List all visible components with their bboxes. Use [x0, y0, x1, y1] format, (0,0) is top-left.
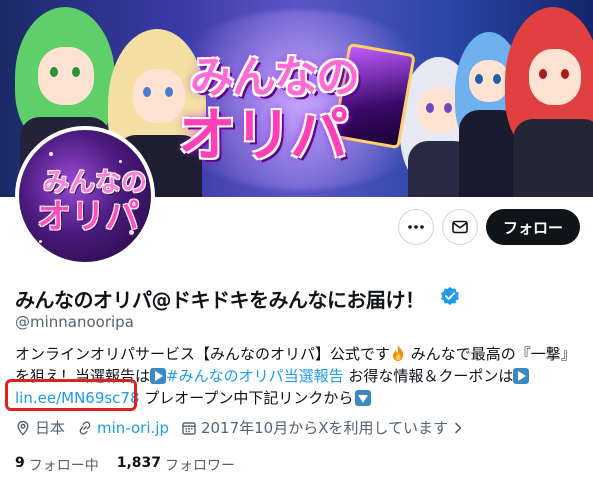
calendar-icon: [182, 421, 196, 435]
verified-badge-icon[interactable]: [440, 286, 460, 306]
followers-label: フォロワー: [165, 458, 236, 474]
chevron-right-icon: [455, 422, 462, 433]
banner-character-red: [505, 7, 593, 197]
link-icon: [79, 420, 91, 435]
bio-text: みんなで最高の『一撃』: [406, 345, 576, 363]
more-icon: [408, 225, 424, 229]
hashtag-link[interactable]: #みんなのオリパ当選報告: [166, 367, 344, 385]
following-label: フォロー中: [28, 458, 99, 474]
follow-counts: 9 フォロー中 1,837 フォロワー: [15, 455, 253, 475]
following-count: 9: [15, 455, 25, 471]
followers-link[interactable]: 1,837 フォロワー: [117, 455, 235, 475]
location-item: 日本: [15, 417, 65, 438]
profile-meta-row: 日本 min-ori.jp 2017年10月からXを利用しています: [15, 417, 480, 438]
location-icon: [17, 420, 29, 436]
down-arrow-emoji-icon: [355, 390, 372, 406]
banner-title-line1: みんなの: [190, 52, 360, 103]
bio-text: オンラインオリパサービス【みんなのオリパ】公式です: [15, 345, 391, 363]
display-name: みんなのオリパ@ドキドキをみんなにお届け！: [15, 288, 425, 312]
play-button-emoji-icon: [513, 368, 530, 384]
bio-text: プレオープン中下記リンクから: [139, 389, 354, 407]
profile-handle: @minnanooripa: [15, 313, 134, 331]
message-button[interactable]: [442, 209, 478, 245]
website-item[interactable]: min-ori.jp: [77, 419, 169, 437]
joined-item[interactable]: 2017年10月からXを利用しています: [181, 417, 468, 438]
banner-title-line2: オリパ: [178, 101, 348, 169]
location-text: 日本: [35, 419, 66, 437]
bio-line-1: オンラインオリパサービス【みんなのオリパ】公式です みんなで最高の『一撃』: [15, 343, 576, 365]
avatar-sparkle: [39, 240, 42, 243]
followers-count: 1,837: [116, 455, 162, 471]
follow-button[interactable]: フォロー: [486, 209, 580, 245]
avatar-text-line2: オリパ: [37, 197, 139, 237]
play-button-emoji-icon: [150, 368, 167, 384]
more-options-button[interactable]: [398, 209, 434, 245]
avatar-text-line1: みんなの: [43, 168, 148, 198]
website-link[interactable]: min-ori.jp: [97, 419, 169, 437]
joined-text: 2017年10月からXを利用しています: [200, 419, 449, 437]
mail-icon: [452, 220, 468, 234]
fire-emoji-icon: [393, 345, 404, 361]
following-link[interactable]: 9 フォロー中: [15, 455, 99, 475]
highlight-annotation-box: [5, 379, 137, 411]
avatar-sparkle: [49, 152, 53, 156]
bio-text: お得な情報＆クーポンは: [343, 367, 514, 385]
profile-avatar[interactable]: みんなの オリパ: [15, 126, 155, 266]
avatar-sparkle: [119, 160, 122, 163]
